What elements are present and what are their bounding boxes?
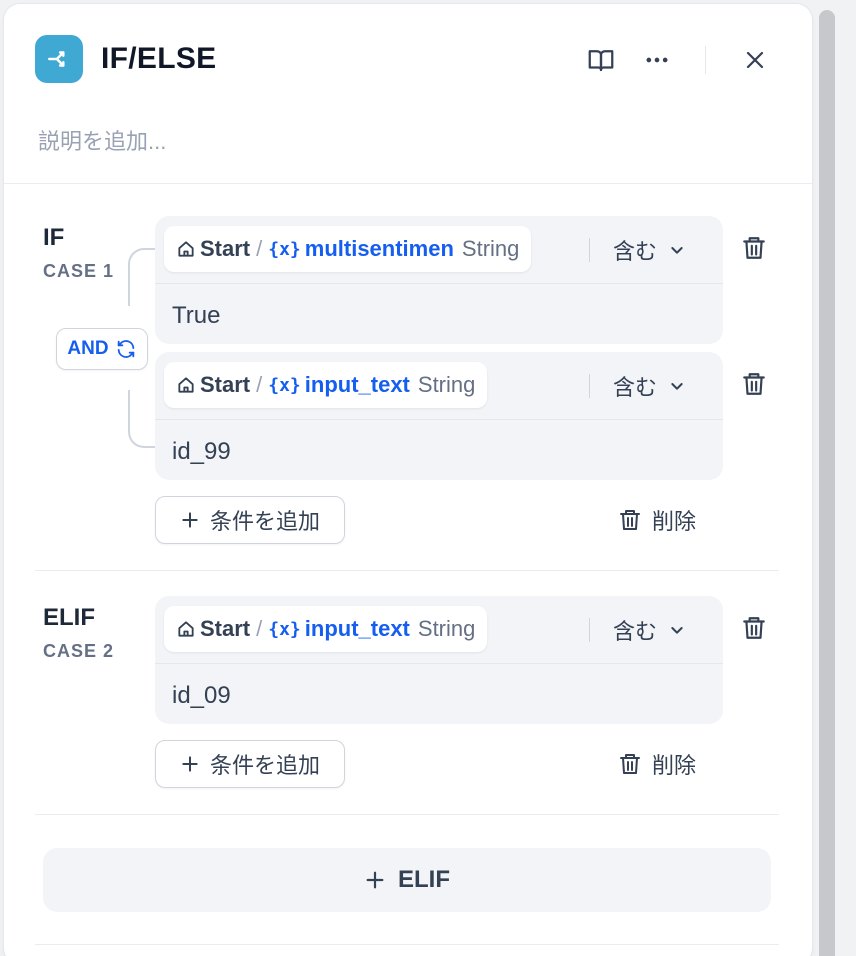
variable-selector[interactable]: Start / {x} multisentimen String: [164, 226, 532, 272]
operator-divider: [589, 374, 590, 398]
condition-item: Start / {x} multisentimen String 含む True: [155, 216, 723, 344]
variable-icon: {x}: [268, 618, 301, 640]
path-separator: /: [256, 236, 263, 261]
node-name: Start: [200, 236, 251, 261]
add-elif-label: ELIF: [398, 866, 450, 893]
case-sub-2: CASE 2: [43, 641, 115, 661]
chevron-down-icon: [671, 383, 683, 390]
trash-icon: [620, 754, 640, 774]
trash-icon[interactable]: [738, 232, 770, 264]
variable-name: multisentimen: [304, 236, 454, 261]
variable-type: String: [461, 236, 520, 261]
case-sub-1: CASE 1: [43, 261, 115, 281]
add-elif-button[interactable]: ELIF: [43, 848, 771, 912]
variable-selector[interactable]: Start / {x} input_text String: [164, 362, 488, 408]
scrollbar[interactable]: [819, 10, 835, 956]
docs-book-icon[interactable]: [583, 42, 619, 78]
variable-name: input_text: [304, 616, 410, 641]
home-icon: [178, 377, 194, 393]
condition-value-input[interactable]: id_99: [172, 438, 231, 466]
page-title: IF/ELSE: [101, 42, 217, 75]
plus-icon: [182, 512, 198, 528]
operator-select[interactable]: 含む: [613, 612, 685, 648]
condition-item: Start / {x} input_text String 含む id_99: [155, 352, 723, 480]
operator-divider: [589, 238, 590, 262]
variable-icon: {x}: [268, 238, 301, 260]
if-else-panel: IF/ELSE 説明を追加... IF CASE 1 AND Start / {…: [4, 4, 812, 956]
operator-select[interactable]: 含む: [613, 368, 685, 404]
add-condition-button[interactable]: 条件を追加: [155, 496, 345, 544]
operator-select[interactable]: 含む: [613, 232, 685, 268]
remove-case-button[interactable]: 削除: [618, 496, 696, 544]
case-label-if: IF: [43, 224, 65, 251]
section-divider: [35, 944, 779, 945]
remove-case-button[interactable]: 削除: [618, 740, 696, 788]
chevron-down-icon: [671, 247, 683, 254]
panel-header: IF/ELSE 説明を追加...: [4, 4, 812, 184]
condition-value-input[interactable]: True: [172, 302, 220, 330]
remove-case-label: 削除: [652, 509, 697, 534]
path-separator: /: [256, 372, 263, 397]
section-divider: [35, 814, 779, 815]
logic-bracket-top: [128, 248, 156, 306]
description-input[interactable]: 説明を追加...: [38, 124, 166, 156]
case-label-elif: ELIF: [43, 604, 95, 631]
operator-label: 含む: [613, 375, 658, 400]
variable-type: String: [417, 372, 476, 397]
plus-icon: [366, 871, 384, 889]
plus-icon: [182, 756, 198, 772]
variable-selector[interactable]: Start / {x} input_text String: [164, 606, 488, 652]
logic-operator-label: AND: [67, 338, 109, 359]
add-condition-button[interactable]: 条件を追加: [155, 740, 345, 788]
logic-bracket-bottom: [128, 390, 156, 448]
node-name: Start: [200, 616, 251, 641]
condition-divider: [155, 663, 723, 664]
chevron-down-icon: [671, 627, 683, 634]
trash-icon: [620, 510, 640, 530]
trash-icon[interactable]: [738, 368, 770, 400]
add-condition-label: 条件を追加: [209, 509, 320, 534]
header-divider: [705, 46, 706, 74]
operator-label: 含む: [613, 239, 658, 264]
home-icon: [178, 621, 194, 637]
variable-name: input_text: [304, 372, 410, 397]
logic-toggle-button[interactable]: AND: [56, 328, 148, 370]
add-condition-label: 条件を追加: [209, 753, 320, 778]
operator-label: 含む: [613, 619, 658, 644]
node-name: Start: [200, 372, 251, 397]
remove-case-label: 削除: [652, 753, 697, 778]
variable-icon: {x}: [268, 374, 301, 396]
condition-item: Start / {x} input_text String 含む id_09: [155, 596, 723, 724]
path-separator: /: [256, 616, 263, 641]
branch-icon: [35, 35, 83, 83]
variable-type: String: [417, 616, 476, 641]
trash-icon[interactable]: [738, 612, 770, 644]
operator-divider: [589, 618, 590, 642]
condition-divider: [155, 419, 723, 420]
condition-divider: [155, 283, 723, 284]
refresh-icon: [117, 340, 134, 358]
section-divider: [35, 570, 779, 571]
close-icon[interactable]: [737, 42, 773, 78]
more-options-icon[interactable]: [639, 42, 675, 78]
condition-value-input[interactable]: id_09: [172, 682, 231, 710]
home-icon: [178, 241, 194, 257]
